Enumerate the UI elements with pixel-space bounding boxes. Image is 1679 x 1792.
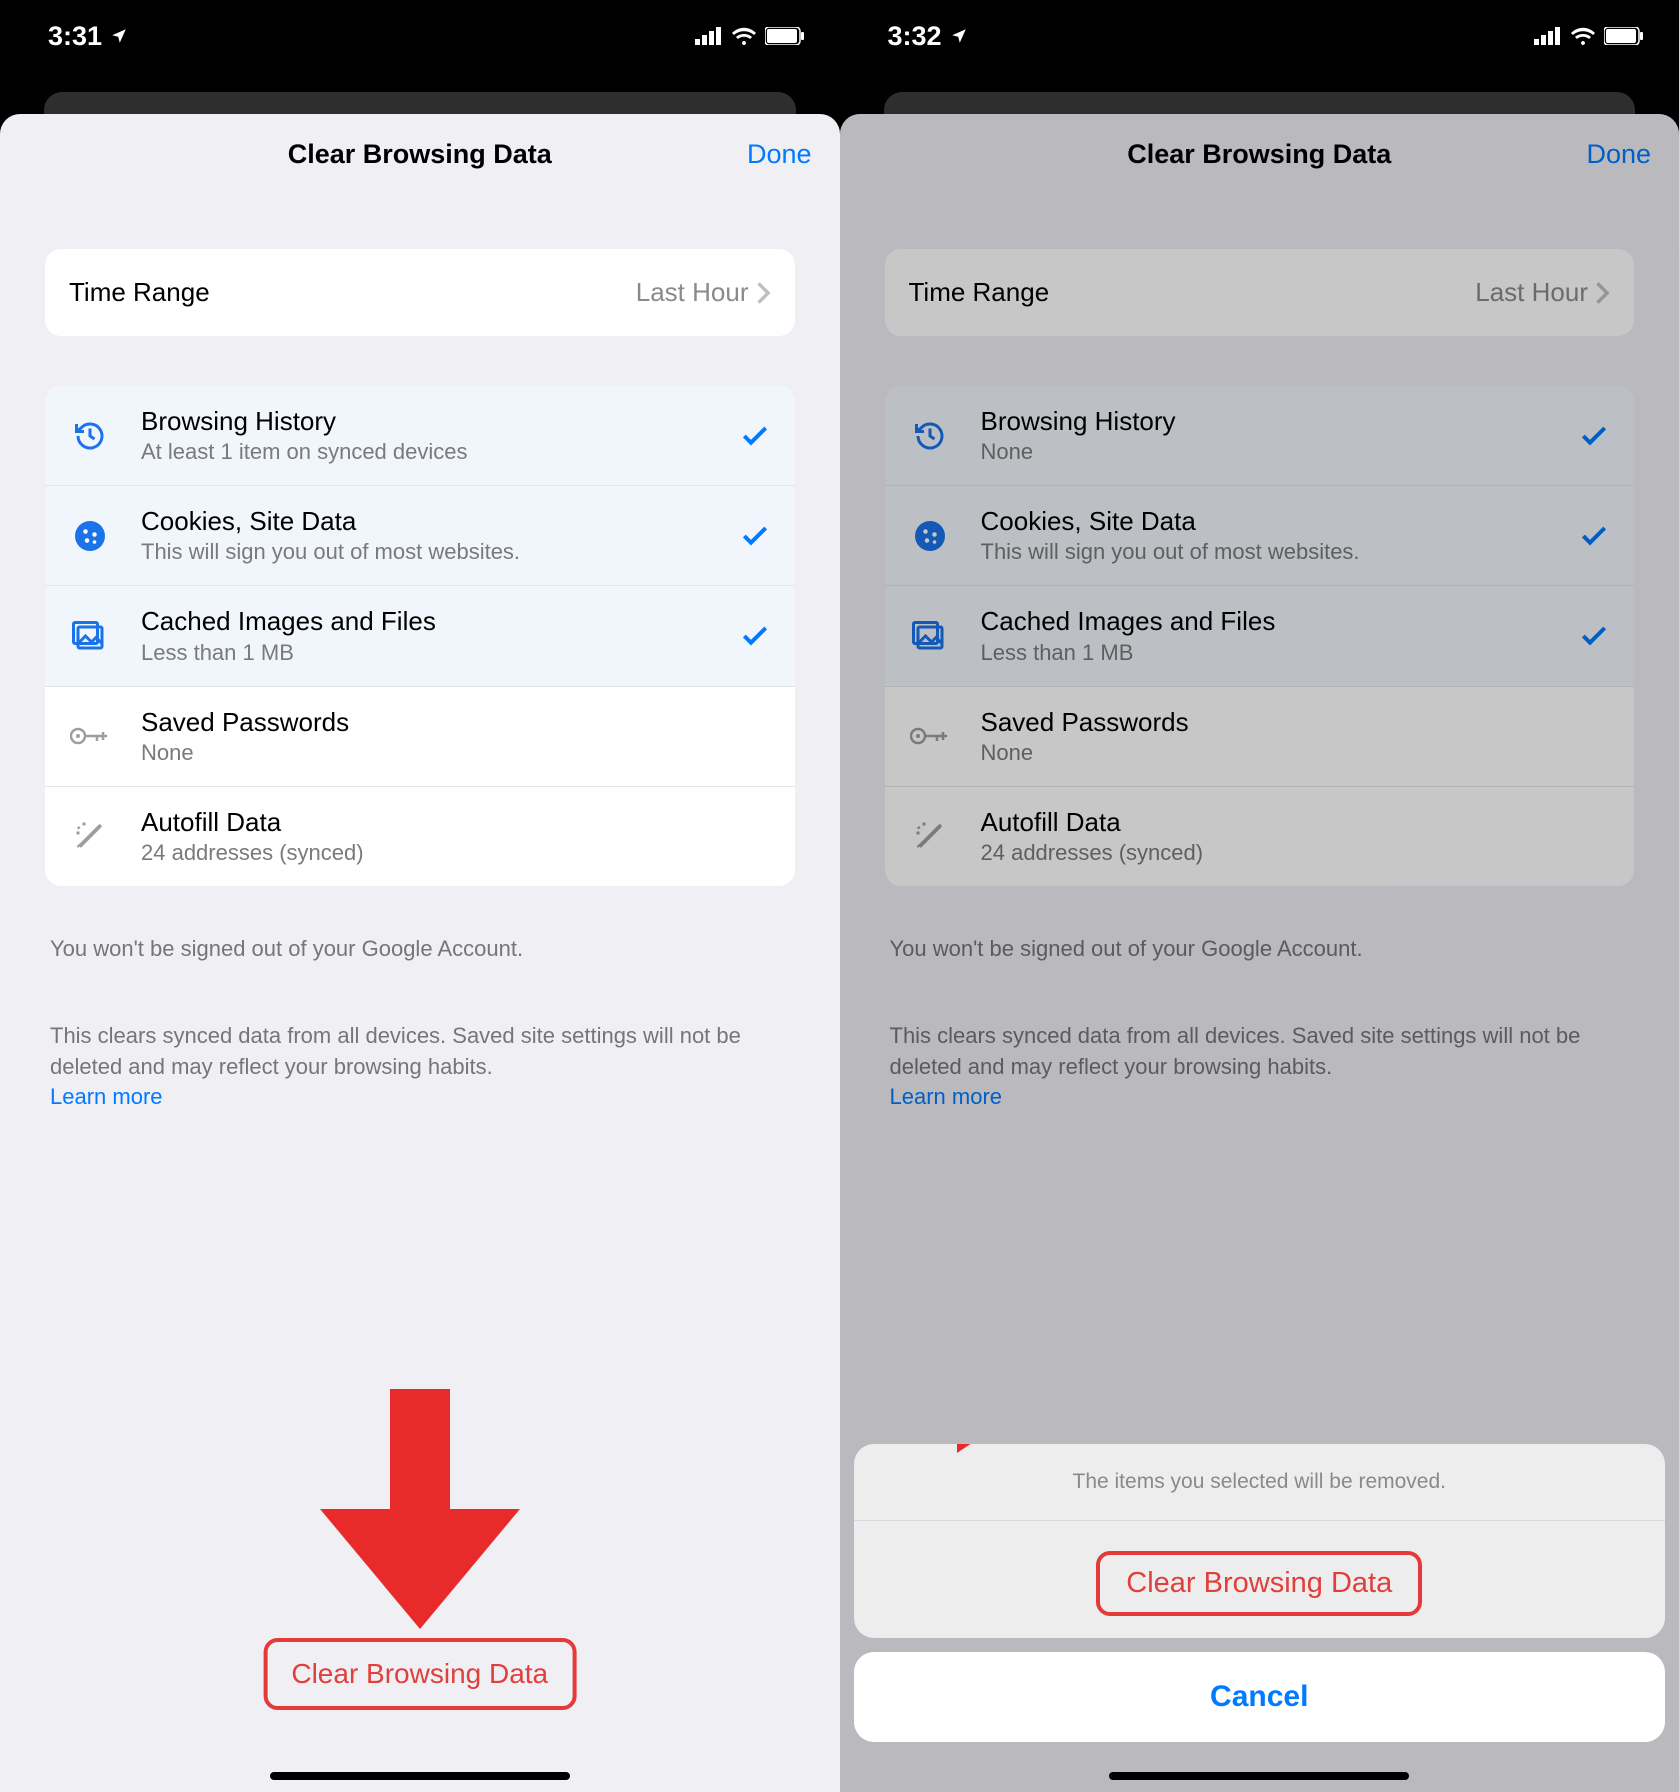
time-text: 3:31 [48,21,102,52]
image-icon [69,615,111,657]
data-types-group: Browsing History At least 1 item on sync… [45,386,795,886]
status-icons [1534,27,1644,45]
history-icon [69,415,111,457]
home-indicator[interactable] [270,1772,570,1780]
row-sub: At least 1 item on synced devices [141,439,739,465]
nav-bar: Clear Browsing Data Done [0,114,840,194]
action-block: The items you selected will be removed. … [854,1444,1666,1638]
sheet: Clear Browsing Data Done Time Range Last… [840,114,1679,1792]
wand-icon [69,815,111,857]
row-passwords[interactable]: Saved Passwords None [45,686,795,786]
row-browsing-history[interactable]: Browsing History At least 1 item on sync… [45,386,795,485]
time-range-group: Time Range Last Hour [45,249,795,336]
learn-more-link[interactable]: Learn more [50,1084,163,1109]
row-sub: 24 addresses (synced) [141,840,771,866]
cookie-icon [69,515,111,557]
nav-title: Clear Browsing Data [288,139,552,170]
row-title: Browsing History [141,406,739,437]
action-sheet: The items you selected will be removed. … [854,1444,1666,1742]
battery-icon [1604,27,1644,45]
row-sub: This will sign you out of most websites. [141,539,739,565]
location-icon [950,27,968,45]
cancel-button[interactable]: Cancel [854,1652,1666,1742]
wifi-icon [1570,27,1596,45]
clear-browsing-data-button[interactable]: Clear Browsing Data [263,1638,576,1710]
row-sub: None [141,740,771,766]
clear-browsing-data-confirm-button[interactable]: Clear Browsing Data [1096,1551,1422,1616]
row-cached[interactable]: Cached Images and Files Less than 1 MB [45,585,795,685]
wifi-icon [731,27,757,45]
location-icon [110,27,128,45]
action-sheet-header: The items you selected will be removed. [854,1444,1666,1521]
check-icon [739,620,771,652]
status-icons [695,27,805,45]
row-title: Cookies, Site Data [141,506,739,537]
time-range-value-wrap: Last Hour [636,277,771,308]
phone-right: 3:32 Clear Browsing Data Done Time Range… [840,0,1679,1792]
home-indicator[interactable] [1109,1772,1409,1780]
phone-left: 3:31 Clear Browsing Data Done Time Range… [0,0,840,1792]
footer-note-2: This clears synced data from all devices… [50,1021,790,1113]
signal-icon [1534,27,1562,45]
check-icon [739,520,771,552]
row-title: Cached Images and Files [141,606,739,637]
status-time: 3:31 [48,21,128,52]
annotation-arrow-down-icon [320,1389,520,1629]
time-range-row[interactable]: Time Range Last Hour [45,249,795,336]
key-icon [69,715,111,757]
check-icon [739,420,771,452]
status-time: 3:32 [888,21,968,52]
row-sub: Less than 1 MB [141,640,739,666]
status-bar: 3:32 [840,0,1679,72]
row-autofill[interactable]: Autofill Data 24 addresses (synced) [45,786,795,886]
signal-icon [695,27,723,45]
action-clear-row[interactable]: Clear Browsing Data [854,1521,1666,1638]
sheet: Clear Browsing Data Done Time Range Last… [0,114,840,1792]
chevron-right-icon [757,282,771,304]
battery-icon [765,27,805,45]
done-button[interactable]: Done [747,139,812,170]
time-range-label: Time Range [69,277,210,308]
row-title: Saved Passwords [141,707,771,738]
footer-note-1: You won't be signed out of your Google A… [50,934,790,965]
status-bar: 3:31 [0,0,840,72]
time-text: 3:32 [888,21,942,52]
footer-note-2-text: This clears synced data from all devices… [50,1023,741,1079]
time-range-value: Last Hour [636,277,749,308]
row-cookies[interactable]: Cookies, Site Data This will sign you ou… [45,485,795,585]
row-title: Autofill Data [141,807,771,838]
